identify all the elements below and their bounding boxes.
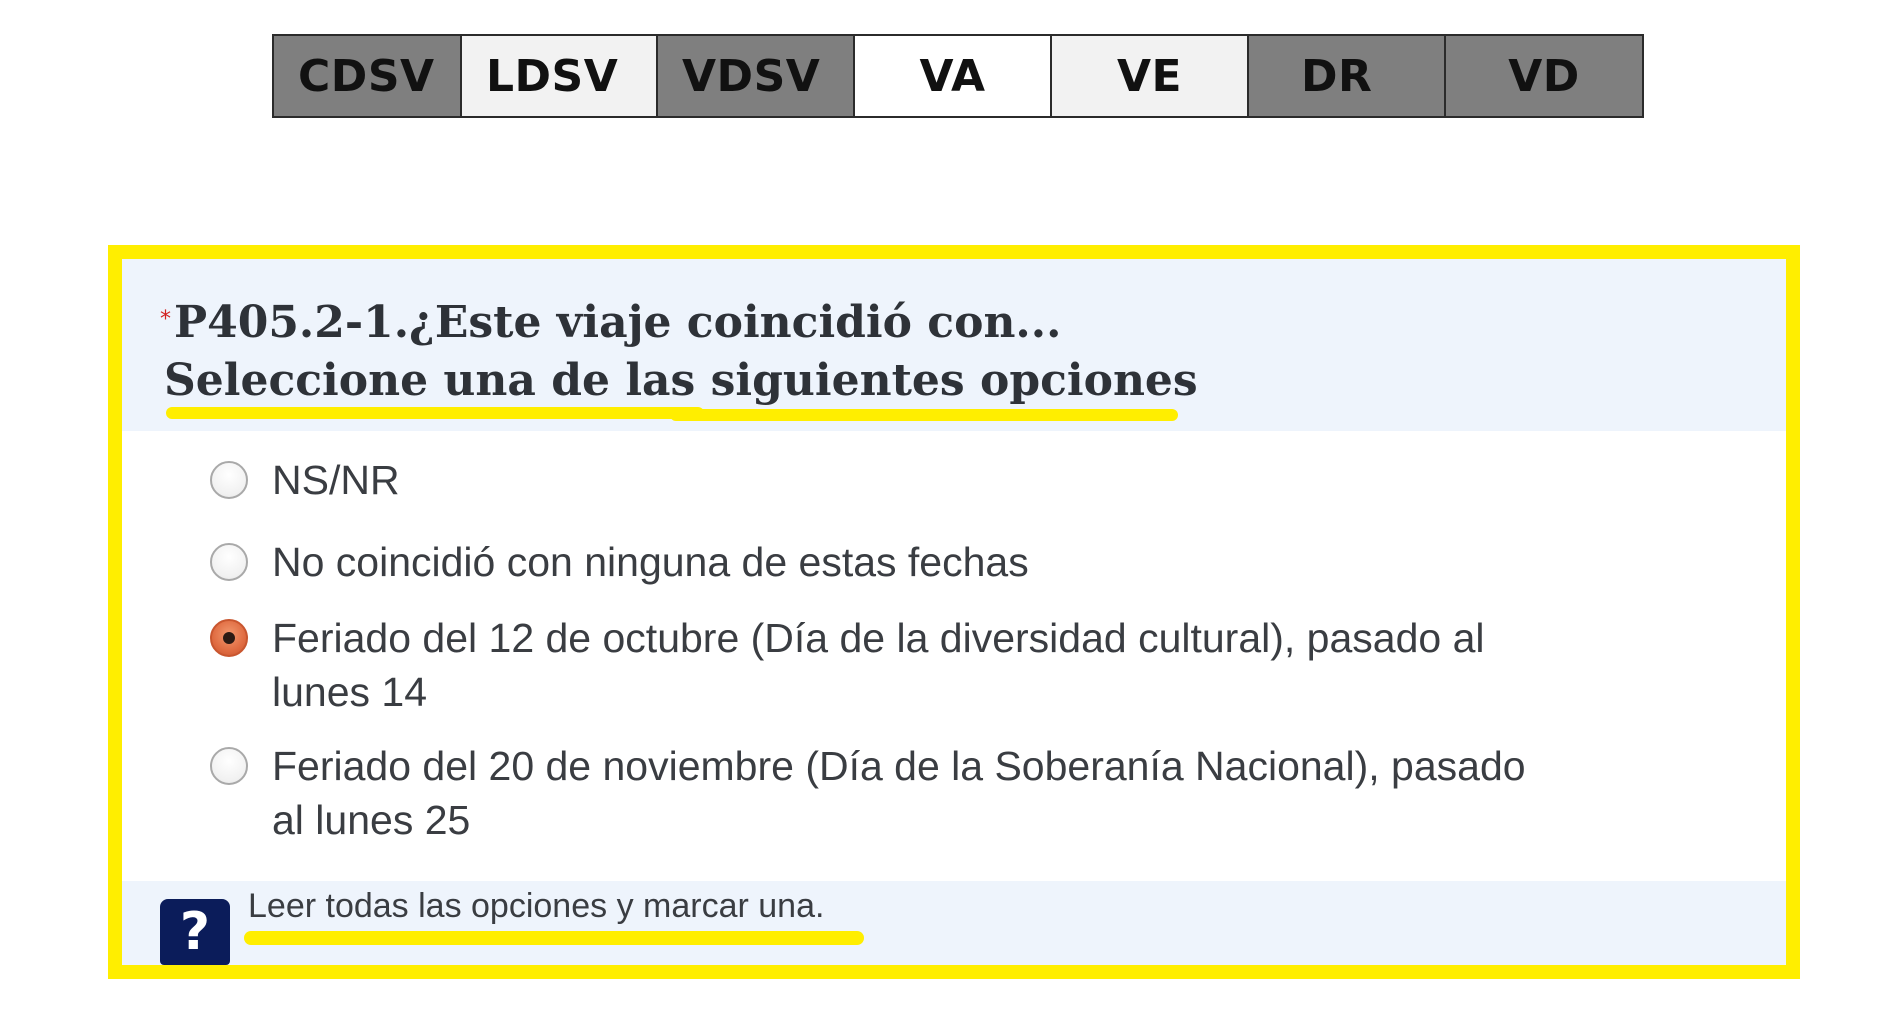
option-label: Feriado del 12 de octubre (Día de la div… <box>272 615 1485 715</box>
tab-ldsv[interactable]: LDSV <box>462 36 658 116</box>
option-feriado-12-octubre[interactable]: Feriado del 12 de octubre (Día de la div… <box>210 611 1562 719</box>
radio-button[interactable] <box>210 747 248 785</box>
tab-vd[interactable]: VD <box>1446 36 1642 116</box>
tab-va[interactable]: VA <box>855 36 1052 116</box>
help-question-icon[interactable]: ? <box>160 899 230 965</box>
code-tabs-bar: CDSV LDSV VDSV VA VE DR VD <box>272 34 1644 118</box>
highlight-underline <box>166 407 704 419</box>
radio-button[interactable] <box>210 461 248 499</box>
option-label: No coincidió con ninguna de estas fechas <box>272 539 1029 585</box>
highlight-underline <box>670 409 1178 421</box>
highlight-underline <box>244 931 864 945</box>
tab-dr[interactable]: DR <box>1249 36 1446 116</box>
tab-vdsv[interactable]: VDSV <box>658 36 855 116</box>
radio-button-selected[interactable] <box>210 619 248 657</box>
help-text: Leer todas las opciones y marcar una. <box>248 887 825 925</box>
tab-cdsv[interactable]: CDSV <box>274 36 462 116</box>
question-instruction: Seleccione una de las siguientes opcione… <box>164 355 1198 406</box>
help-bar: ? Leer todas las opciones y marcar una. <box>122 881 1786 965</box>
required-marker: * <box>160 307 171 332</box>
tab-ve[interactable]: VE <box>1052 36 1249 116</box>
question-card: * P405.2-1.¿Este viaje coincidió con... … <box>108 245 1800 979</box>
option-no-coincidio[interactable]: No coincidió con ninguna de estas fechas <box>210 535 1562 589</box>
question-title: P405.2-1.¿Este viaje coincidió con... <box>174 297 1062 348</box>
question-header: * P405.2-1.¿Este viaje coincidió con... … <box>122 259 1786 431</box>
radio-button[interactable] <box>210 543 248 581</box>
option-feriado-20-noviembre[interactable]: Feriado del 20 de noviembre (Día de la S… <box>210 739 1562 847</box>
option-label: Feriado del 20 de noviembre (Día de la S… <box>272 743 1526 843</box>
option-label: NS/NR <box>272 457 400 503</box>
option-ns-nr[interactable]: NS/NR <box>210 453 1562 507</box>
